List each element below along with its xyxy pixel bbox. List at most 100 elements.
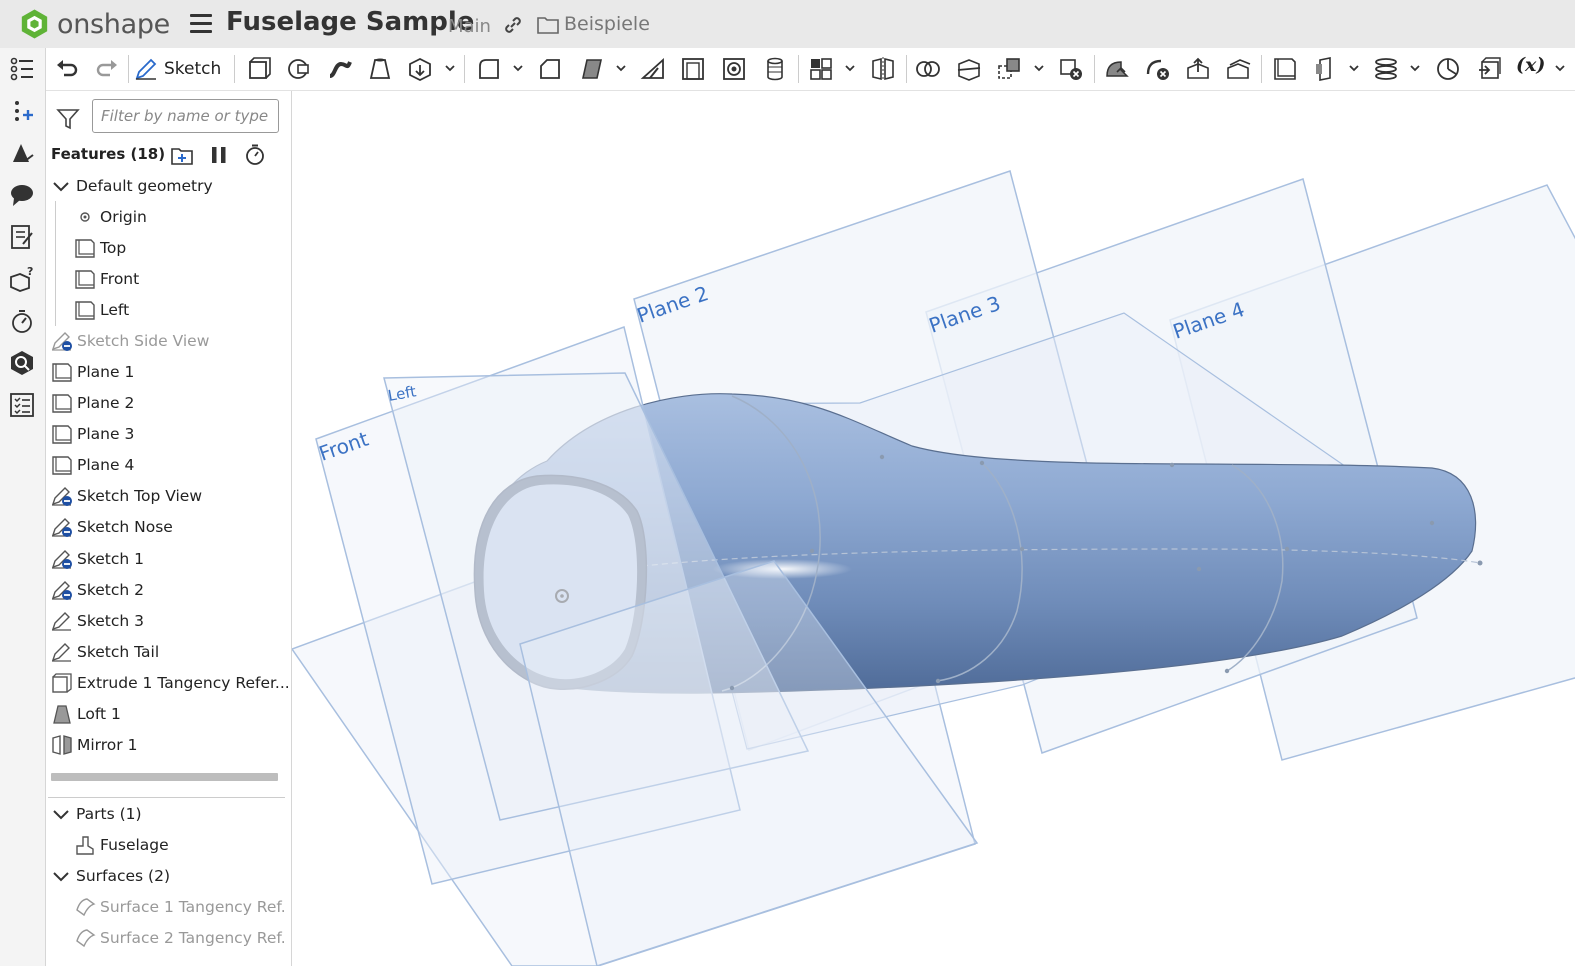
tree-label: Sketch Top View [77, 487, 203, 505]
derived-icon[interactable] [1476, 56, 1502, 82]
chevron-down-icon [53, 872, 69, 882]
plane-icon[interactable] [1272, 56, 1298, 82]
chevron-down-icon[interactable] [1033, 61, 1045, 75]
chevron-down-icon[interactable] [1554, 61, 1566, 75]
loft-icon[interactable] [367, 56, 393, 82]
delete-part-icon[interactable] [1058, 56, 1084, 82]
tree-item-sketch-top-view[interactable]: Sketch Top View [51, 481, 296, 511]
filter-icon[interactable] [56, 108, 80, 130]
pause-icon[interactable] [207, 144, 231, 166]
tree-label: Left [100, 301, 130, 319]
model-canvas[interactable]: Front Left Plane 2 Plane 3 Plane 4 [292, 91, 1575, 966]
helix-icon[interactable] [1373, 56, 1399, 82]
move-face-icon[interactable] [1185, 56, 1211, 82]
link-icon[interactable] [502, 14, 524, 36]
tree-item-sketch-side-view[interactable]: Sketch Side View [51, 326, 296, 356]
plane-icon [52, 425, 72, 444]
chevron-down-icon[interactable] [844, 61, 856, 75]
onshape-logo[interactable]: onshape [20, 6, 170, 42]
chevron-down-icon [53, 810, 69, 820]
feature-list-icon[interactable] [9, 56, 35, 82]
chevron-down-icon[interactable] [1348, 61, 1360, 75]
fillet-icon[interactable] [476, 56, 502, 82]
revolve-icon[interactable] [286, 56, 312, 82]
tree-item-loft-1[interactable]: Loft 1 [51, 699, 296, 729]
extrude-icon[interactable] [246, 56, 272, 82]
mirror-icon[interactable] [870, 56, 896, 82]
tree-item-sketch-1[interactable]: Sketch 1 [51, 544, 296, 574]
replace-face-icon[interactable] [1225, 56, 1251, 82]
draft-icon[interactable] [579, 56, 605, 82]
cylinder-icon[interactable] [762, 56, 788, 82]
tree-item-mirror-1[interactable]: Mirror 1 [51, 730, 296, 760]
split-icon[interactable] [956, 56, 982, 82]
checklist-icon[interactable] [9, 392, 35, 418]
redo-icon[interactable] [94, 56, 120, 82]
folder-label[interactable]: Beispiele [564, 13, 650, 35]
top-bar: onshape Fuselage Sample Main Beispiele [0, 0, 1575, 49]
stopwatch-icon[interactable] [243, 144, 267, 166]
tree-item-plane-3[interactable]: Plane 3 [51, 419, 296, 449]
sketch-button[interactable]: Sketch [134, 53, 229, 85]
chevron-down-icon[interactable] [444, 61, 456, 75]
rib-icon[interactable] [640, 56, 666, 82]
tree-label: Surface 2 Tangency Ref. [100, 929, 286, 947]
mass-properties-icon[interactable]: ? [9, 266, 35, 292]
tree-item-sketch-nose[interactable]: Sketch Nose [51, 512, 296, 542]
chevron-down-icon[interactable] [1409, 61, 1421, 75]
boolean-icon[interactable] [915, 56, 941, 82]
chevron-down-icon[interactable] [512, 61, 524, 75]
tree-item-plane-4[interactable]: Plane 4 [51, 450, 296, 480]
brand-name: onshape [56, 8, 170, 40]
undo-icon[interactable] [54, 56, 80, 82]
feature-list-scrollbar[interactable] [51, 773, 278, 781]
sketch-pencil-icon [135, 58, 157, 80]
modify-fillet-icon[interactable] [1104, 56, 1130, 82]
tree-label: Sketch Side View [77, 332, 210, 350]
mate-connector-icon[interactable] [1312, 56, 1338, 82]
branch-name[interactable]: Main [448, 16, 491, 37]
hole-icon[interactable] [721, 56, 747, 82]
tree-item-plane-2[interactable]: Plane 2 [51, 388, 296, 418]
measure-icon[interactable] [1435, 56, 1461, 82]
chamfer-icon[interactable] [537, 56, 563, 82]
shell-icon[interactable] [680, 56, 706, 82]
document-title[interactable]: Fuselage Sample [226, 7, 474, 37]
graphics-viewport[interactable]: Front Left Plane 2 Plane 3 Plane 4 [292, 91, 1575, 966]
onshape-search-icon[interactable] [9, 350, 35, 376]
sketch-suppressed-icon [51, 332, 72, 351]
tree-item-sketch-3[interactable]: Sketch 3 [51, 606, 296, 636]
tree-item-surface-1[interactable]: Surface 1 Tangency Ref. [74, 892, 319, 922]
delete-face-icon[interactable] [1145, 56, 1171, 82]
transform-icon[interactable] [996, 56, 1022, 82]
add-folder-icon[interactable] [170, 144, 194, 166]
tree-item-sketch-tail[interactable]: Sketch Tail [51, 637, 296, 667]
tree-item-front[interactable]: Front [74, 264, 319, 294]
notes-icon[interactable] [9, 224, 35, 250]
tree-item-fuselage[interactable]: Fuselage [74, 830, 319, 860]
thicken-icon[interactable] [407, 56, 433, 82]
performance-icon[interactable] [9, 308, 35, 334]
tree-group-surfaces[interactable]: Surfaces (2) [50, 861, 295, 891]
tree-group-default-geometry[interactable]: Default geometry [50, 171, 295, 201]
tree-item-extrude-1[interactable]: Extrude 1 Tangency Refer... [51, 668, 296, 698]
chevron-down-icon[interactable] [615, 61, 627, 75]
filter-input[interactable] [92, 99, 279, 133]
tree-item-surface-2[interactable]: Surface 2 Tangency Ref. [74, 923, 319, 953]
appearance-icon[interactable] [9, 140, 35, 166]
variable-button[interactable]: (x) [1516, 54, 1556, 80]
tree-item-top[interactable]: Top [74, 233, 319, 263]
insert-icon[interactable] [9, 98, 35, 124]
comments-icon[interactable] [9, 182, 35, 208]
tree-item-origin[interactable]: Origin [74, 202, 319, 232]
menu-icon[interactable] [190, 14, 212, 34]
plane-icon [75, 301, 95, 320]
tree-item-sketch-2[interactable]: Sketch 2 [51, 575, 296, 605]
tree-label: Mirror 1 [77, 736, 138, 754]
pattern-icon[interactable] [808, 56, 834, 82]
folder-icon[interactable] [537, 15, 559, 35]
tree-group-parts[interactable]: Parts (1) [50, 799, 295, 829]
tree-item-left[interactable]: Left [74, 295, 319, 325]
sweep-icon[interactable] [327, 56, 353, 82]
tree-item-plane-1[interactable]: Plane 1 [51, 357, 296, 387]
